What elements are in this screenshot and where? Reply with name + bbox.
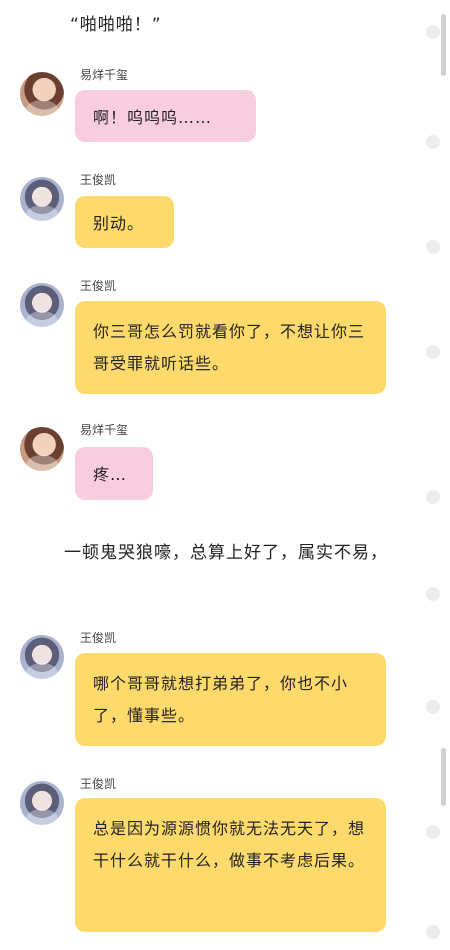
sender-name: 王俊凯 [80,631,117,645]
sender-name: 易烊千玺 [80,68,129,82]
avatar[interactable] [20,781,64,825]
page-marker-dot [426,925,440,939]
page-marker-dot [426,25,440,39]
avatar[interactable] [20,283,64,327]
page-marker-dot [426,240,440,254]
page-marker-dot [426,700,440,714]
scrollbar-bottom[interactable] [441,748,446,806]
narration-line: 一顿鬼哭狼嚎，总算上好了，属实不易， [64,543,388,563]
page-marker-dot [426,490,440,504]
page-marker-dot [426,135,440,149]
avatar[interactable] [20,72,64,116]
sender-name: 王俊凯 [80,279,117,293]
avatar[interactable] [20,427,64,471]
message-bubble: 别动。 [75,196,174,248]
message-bubble: 你三哥怎么罚就看你了，不想让你三哥受罪就听话些。 [75,301,386,394]
narration-line: “啪啪啪！” [70,15,162,35]
message-bubble: 疼… [75,447,153,500]
page-marker-dot [426,825,440,839]
scrollbar-top[interactable] [441,14,446,76]
sender-name: 易烊千玺 [80,423,129,437]
chat-story-page: “啪啪啪！” 易烊千玺 啊！呜呜呜…… 王俊凯 别动。 王俊凯 你三哥怎么罚就看… [0,0,450,950]
page-marker-dot [426,345,440,359]
sender-name: 王俊凯 [80,777,117,791]
avatar[interactable] [20,635,64,679]
avatar[interactable] [20,177,64,221]
message-bubble: 总是因为源源惯你就无法无天了，想干什么就干什么，做事不考虑后果。 [75,798,386,932]
message-bubble: 哪个哥哥就想打弟弟了，你也不小了，懂事些。 [75,653,386,746]
message-bubble: 啊！呜呜呜…… [75,90,256,142]
sender-name: 王俊凯 [80,173,117,187]
page-marker-dot [426,587,440,601]
